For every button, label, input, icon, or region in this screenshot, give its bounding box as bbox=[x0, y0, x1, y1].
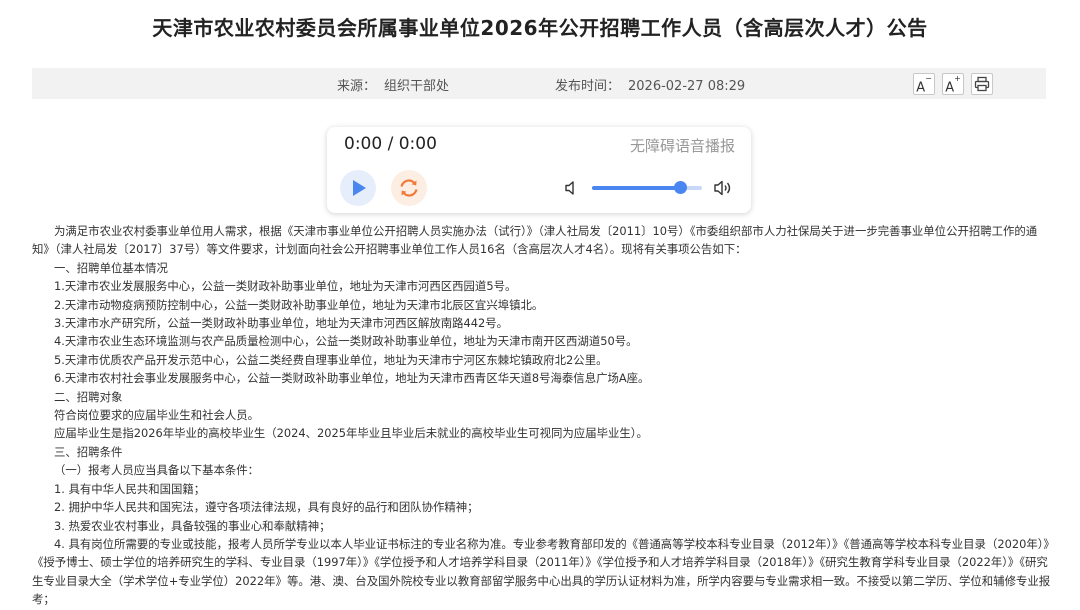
section-heading: 二、招聘对象 bbox=[54, 389, 123, 404]
publish-date-label: 发布时间： bbox=[555, 79, 621, 94]
unit-item: 1.天津市农业发展服务中心，公益一类财政补助事业单位，地址为天津市河西区西园道5… bbox=[54, 279, 517, 294]
audio-player: 0:00 / 0:00 无障碍语音播报 bbox=[327, 127, 751, 213]
print-button[interactable] bbox=[971, 73, 993, 95]
unit-item: 3.天津市水产研究所，公益一类财政补助事业单位，地址为天津市河西区解放南路442… bbox=[54, 316, 509, 331]
play-button[interactable] bbox=[340, 170, 376, 206]
printer-icon bbox=[974, 76, 990, 92]
source-info: 来源： 组织干部处 bbox=[337, 75, 449, 94]
font-decrease-label: A bbox=[916, 80, 926, 96]
page-title: 天津市农业农村委员会所属事业单位2026年公开招聘工作人员（含高层次人才）公告 bbox=[152, 16, 928, 40]
section-heading: 一、招聘单位基本情况 bbox=[54, 260, 168, 275]
volume-slider[interactable] bbox=[592, 181, 702, 194]
font-increase-button[interactable]: A+ bbox=[942, 73, 964, 95]
section-heading: 三、招聘条件 bbox=[54, 444, 123, 459]
condition-heading: （一）报考人员应当具备以下基本条件： bbox=[54, 463, 260, 478]
unit-item: 2.天津市动物疫病预防控制中心，公益一类财政补助事业单位，地址为天津市北辰区宜兴… bbox=[54, 297, 544, 312]
volume-max-icon[interactable] bbox=[713, 178, 735, 198]
replay-button[interactable] bbox=[391, 170, 427, 206]
condition-item: 4. 具有岗位所需要的专业或技能，报考人员所学专业以本人毕业证书标注的专业名称为… bbox=[32, 536, 1051, 607]
replay-icon bbox=[400, 179, 418, 197]
volume-slider-knob[interactable] bbox=[674, 181, 687, 194]
player-time: 0:00 / 0:00 bbox=[344, 134, 437, 154]
article-intro: 为满足市农业农村委事业单位用人需求，根据《天津市事业单位公开招聘人员实施办法（试… bbox=[32, 224, 1038, 257]
font-decrease-button[interactable]: A− bbox=[913, 73, 935, 95]
font-increase-label: A bbox=[945, 80, 955, 96]
unit-item: 4.天津市农业生态环境监测与农产品质量检测中心，公益一类财政补助事业单位，地址为… bbox=[54, 334, 638, 349]
volume-slider-fill bbox=[592, 186, 680, 190]
volume-mute-icon[interactable] bbox=[563, 179, 581, 197]
source-label: 来源： bbox=[337, 79, 377, 94]
condition-item: 1. 具有中华人民共和国国籍； bbox=[54, 481, 206, 496]
play-icon bbox=[353, 180, 366, 196]
accessibility-audio-label: 无障碍语音播报 bbox=[629, 137, 735, 155]
unit-item: 6.天津市农村社会事业发展服务中心，公益一类财政补助事业单位，地址为天津市西青区… bbox=[54, 371, 650, 386]
article-body: 为满足市农业农村委事业单位用人需求，根据《天津市事业单位公开招聘人员实施办法（试… bbox=[32, 222, 1052, 609]
publish-date-value: 2026-02-27 08:29 bbox=[628, 79, 746, 94]
condition-item: 3. 热爱农业农村事业，具备较强的事业心和奉献精神； bbox=[54, 518, 331, 533]
target-paragraph: 应届毕业生是指2026年毕业的高校毕业生（2024、2025年毕业且毕业后未就业… bbox=[54, 426, 648, 441]
publish-date-info: 发布时间： 2026-02-27 08:29 bbox=[555, 75, 745, 94]
font-decrease-sup: − bbox=[925, 74, 932, 83]
source-value: 组织干部处 bbox=[384, 79, 450, 94]
target-paragraph: 符合岗位要求的应届毕业生和社会人员。 bbox=[54, 408, 260, 423]
font-increase-sup: + bbox=[954, 74, 961, 83]
condition-item: 2. 拥护中华人民共和国宪法，遵守各项法律法规，具有良好的品行和团队协作精神； bbox=[54, 500, 479, 515]
unit-item: 5.天津市优质农产品开发示范中心，公益二类经费自理事业单位，地址为天津市宁河区东… bbox=[54, 352, 608, 367]
article-meta-bar: 来源： 组织干部处 发布时间： 2026-02-27 08:29 A− A+ bbox=[32, 68, 1046, 99]
